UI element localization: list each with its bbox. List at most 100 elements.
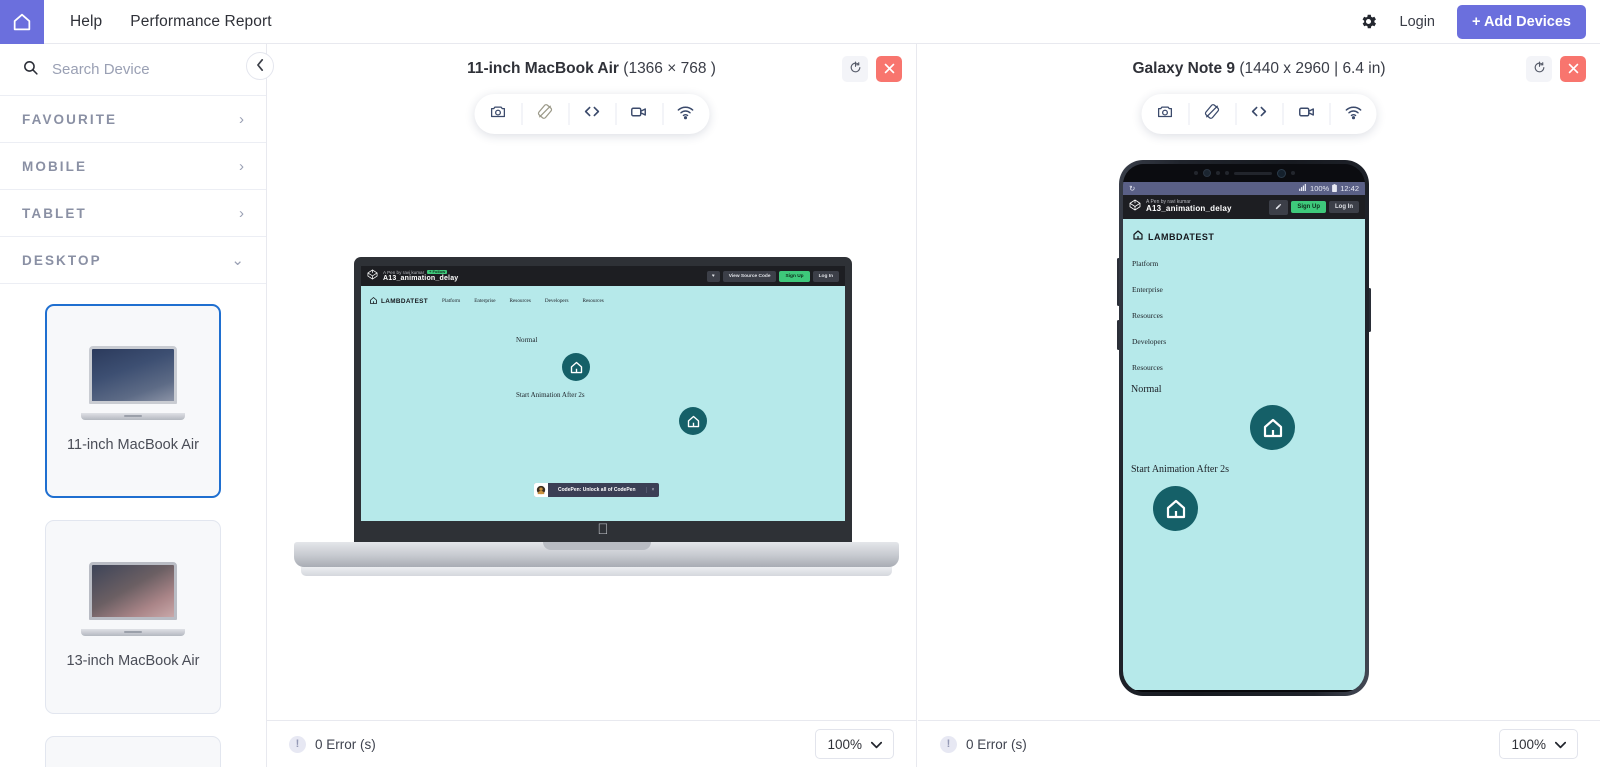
site-nav-item-developers[interactable]: Developers — [1132, 337, 1356, 346]
view-source-button[interactable]: View Source Code — [722, 270, 777, 282]
animation-ball-delayed — [1153, 486, 1198, 531]
device-card-11-inch-macbook-air[interactable]: 11-inch MacBook Air — [45, 304, 221, 498]
chevron-right-icon: › — [239, 110, 244, 128]
battery-percent-label: 100% — [1310, 184, 1330, 193]
sidebar-category-tablet[interactable]: TABLET › — [0, 190, 266, 237]
device-panel-galaxy-note-9: Galaxy Note 9 (1440 x 2960 | 6.4 in) ↻ 1… — [918, 44, 1600, 767]
refresh-button[interactable] — [842, 56, 868, 82]
camera-icon — [489, 103, 506, 125]
iris-scanner-icon — [1276, 168, 1286, 178]
speaker-icon — [1233, 171, 1272, 175]
nav-item-performance-report[interactable]: Performance Report — [130, 13, 271, 31]
screenshot-button[interactable] — [1142, 94, 1189, 134]
gear-icon[interactable] — [1359, 12, 1378, 31]
top-bar: Help Performance Report Login + Add Devi… — [0, 0, 1600, 44]
login-button[interactable]: Log In — [1329, 201, 1359, 213]
chevron-down-icon — [1554, 737, 1567, 752]
panel-resolution: (1366 × 768 ) — [623, 60, 716, 77]
close-icon — [1568, 61, 1579, 78]
site-nav-item-resources-2[interactable]: Resources — [1132, 363, 1356, 372]
rotate-button[interactable] — [521, 94, 568, 134]
wifi-icon — [1344, 103, 1362, 126]
device-toolbar — [474, 94, 709, 134]
device-viewport[interactable]: ↻ 100% 12:42 A Pen by ravi kumar A13_ani… — [1123, 164, 1365, 692]
device-list: 11-inch MacBook Air 13-inch MacBook Air — [0, 284, 266, 767]
clock-label: 12:42 — [1340, 184, 1359, 193]
android-status-bar: ↻ 100% 12:42 — [1123, 182, 1365, 195]
devtools-button[interactable] — [568, 94, 615, 134]
pen-author: A Pen by ravi kumar — [383, 269, 425, 275]
chevron-right-icon: › — [239, 204, 244, 222]
alert-icon: ! — [940, 735, 957, 753]
panel-actions — [842, 56, 902, 82]
site-nav-item-resources-2[interactable]: Resources — [582, 298, 603, 304]
lambdatest-logo-icon — [369, 292, 378, 310]
macbook-device-frame: A Pen by ravi kumar + Follow A13_animati… — [294, 257, 899, 602]
site-nav-item-resources[interactable]: Resources — [510, 298, 531, 304]
device-card-13-inch-macbook-air[interactable]: 13-inch MacBook Air — [45, 520, 221, 714]
label-delayed: Start Animation After 2s — [516, 391, 585, 399]
site-nav-item-platform[interactable]: Platform — [442, 298, 460, 304]
screenshot-button[interactable] — [474, 94, 521, 134]
toast-message: CodePen: Unlock all of CodePen — [558, 487, 636, 493]
video-icon — [630, 103, 648, 126]
network-button[interactable] — [1329, 94, 1377, 134]
site-nav: LAMBDATEST Platform Enterprise Resources… — [1123, 219, 1365, 372]
site-nav-item-developers[interactable]: Developers — [545, 298, 569, 304]
site-nav-item-platform[interactable]: Platform — [1132, 259, 1356, 268]
chevron-down-icon: ⌄ — [231, 251, 244, 269]
zoom-select[interactable]: 100% — [1499, 729, 1578, 759]
zoom-select[interactable]: 100% — [815, 729, 894, 759]
device-card-label: 11-inch MacBook Air — [67, 436, 199, 453]
sidebar-category-mobile[interactable]: MOBILE › — [0, 143, 266, 190]
panel-actions — [1526, 56, 1586, 82]
status-indicators: 100% 12:42 — [1299, 183, 1359, 194]
record-button[interactable] — [615, 94, 662, 134]
close-button[interactable] — [1560, 56, 1586, 82]
animation-ball-normal — [1250, 405, 1295, 450]
sidebar: FAVOURITE › MOBILE › TABLET › DESKTOP ⌄ … — [0, 44, 267, 767]
signup-button[interactable]: Sign Up — [1291, 201, 1326, 213]
follow-button[interactable]: + Follow — [427, 269, 448, 275]
pen-output: LAMBDATEST Platform Enterprise Resources… — [1123, 219, 1365, 690]
refresh-icon — [1533, 61, 1546, 77]
edit-pen-button[interactable] — [1269, 199, 1289, 215]
signup-button[interactable]: Sign Up — [779, 270, 810, 282]
label-delayed: Start Animation After 2s — [1131, 464, 1230, 475]
site-nav-item-resources[interactable]: Resources — [1132, 311, 1356, 320]
device-card-partial[interactable] — [45, 736, 221, 767]
lambdatest-logo: LAMBDATEST — [369, 292, 428, 310]
devtools-button[interactable] — [1235, 94, 1283, 134]
rotate-icon — [1204, 103, 1221, 125]
refresh-button[interactable] — [1526, 56, 1552, 82]
network-button[interactable] — [662, 94, 709, 134]
rotate-button[interactable] — [1188, 94, 1236, 134]
macbook-thumbnail-icon — [81, 345, 185, 420]
site-nav-item-enterprise[interactable]: Enterprise — [474, 298, 495, 304]
nav-item-help[interactable]: Help — [70, 13, 102, 31]
avatar — [534, 483, 548, 497]
lambdatest-logo-text: LAMBDATEST — [381, 297, 429, 305]
apple-logo-icon:  — [597, 521, 608, 538]
login-link[interactable]: Login — [1400, 14, 1435, 30]
record-button[interactable] — [1282, 94, 1330, 134]
sidebar-category-favourite[interactable]: FAVOURITE › — [0, 96, 266, 143]
toast-close-button[interactable]: × — [645, 487, 660, 493]
animation-ball-normal — [562, 353, 590, 381]
login-button[interactable]: Log In — [812, 270, 839, 282]
codepen-actions: Sign Up Log In — [1269, 199, 1359, 215]
add-devices-button[interactable]: + Add Devices — [1457, 4, 1586, 39]
panel-status-bar: ! 0 Error (s) 100% — [918, 720, 1600, 767]
search-input[interactable] — [52, 61, 232, 78]
close-button[interactable] — [876, 56, 902, 82]
site-nav-item-enterprise[interactable]: Enterprise — [1132, 285, 1356, 294]
signal-icon — [1299, 184, 1307, 193]
lambdatest-logo: LAMBDATEST — [1132, 228, 1356, 246]
video-icon — [1297, 103, 1315, 126]
sidebar-collapse-button[interactable] — [246, 52, 274, 80]
home-button[interactable] — [0, 0, 44, 44]
pencil-icon — [1275, 203, 1282, 212]
sidebar-category-desktop[interactable]: DESKTOP ⌄ — [0, 237, 266, 284]
device-viewport[interactable]: A Pen by ravi kumar + Follow A13_animati… — [361, 266, 845, 521]
like-button[interactable]: ♥ — [706, 270, 720, 282]
